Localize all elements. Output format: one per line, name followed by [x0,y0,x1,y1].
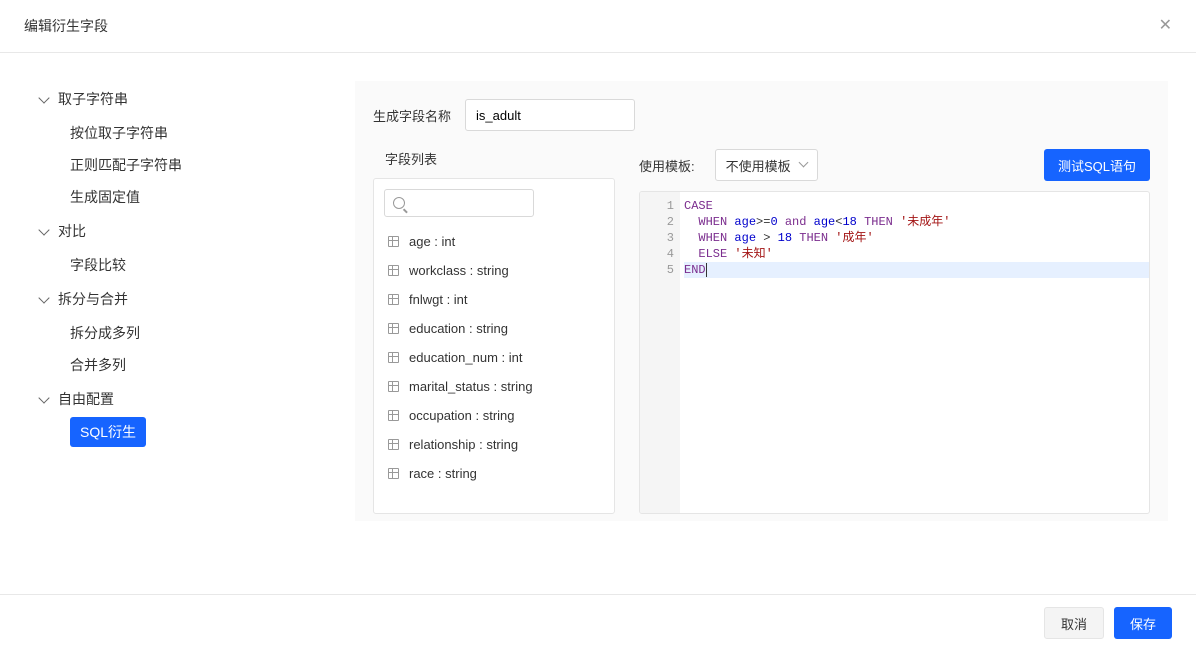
field-item-label: education_num : int [409,350,522,365]
sidebar-group-label: 自由配置 [58,389,114,409]
sidebar-group-compare[interactable]: 对比 [40,221,335,241]
field-item[interactable]: workclass : string [388,256,600,285]
chevron-down-icon [798,158,808,168]
sidebar-item-split-columns[interactable]: 拆分成多列 [40,317,335,349]
chevron-down-icon [38,224,49,235]
sidebar-group-label: 取子字符串 [58,89,128,109]
table-icon [388,323,399,334]
gutter: 12345 [640,192,680,513]
cursor-caret [706,263,707,277]
editor-column: 使用模板: 不使用模板 测试SQL语句 12345 [639,149,1150,514]
field-item-label: relationship : string [409,437,518,452]
close-icon[interactable]: ✕ [1159,18,1172,34]
chevron-down-icon [38,92,49,103]
modal-footer: 取消 保存 [0,594,1196,651]
sidebar-group-label: 拆分与合并 [58,289,128,309]
template-select[interactable]: 不使用模板 [715,149,818,181]
sql-editor[interactable]: 12345 CASE WHEN age>=0 and age<18 THEN '… [639,191,1150,514]
table-icon [388,352,399,363]
template-select-value: 不使用模板 [726,156,791,175]
sidebar-item-merge-columns[interactable]: 合并多列 [40,349,335,381]
field-item[interactable]: education : string [388,314,600,343]
table-icon [388,294,399,305]
sidebar: 取子字符串 按位取子字符串 正则匹配子字符串 生成固定值 对比 字段比较 拆分与… [0,53,355,594]
code-line: ELSE '未知' [684,246,1149,262]
table-icon [388,265,399,276]
field-item[interactable]: fnlwgt : int [388,285,600,314]
field-name-input[interactable] [465,99,635,131]
code-lines[interactable]: CASE WHEN age>=0 and age<18 THEN '未成年' W… [680,192,1149,513]
field-item[interactable]: age : int [388,227,600,256]
field-item-label: marital_status : string [409,379,533,394]
search-icon [393,197,405,209]
code-line: WHEN age > 18 THEN '成年' [684,230,1149,246]
field-list-column: 字段列表 age : int workclass : string fnlwgt [373,149,615,514]
field-item-label: race : string [409,466,477,481]
editor-toolbar: 使用模板: 不使用模板 测试SQL语句 [639,149,1150,181]
field-item-label: age : int [409,234,455,249]
cancel-button[interactable]: 取消 [1044,607,1104,639]
field-item-label: education : string [409,321,508,336]
field-name-label: 生成字段名称 [373,106,451,125]
test-sql-button[interactable]: 测试SQL语句 [1044,149,1150,181]
columns: 字段列表 age : int workclass : string fnlwgt [373,149,1150,514]
field-list-label: 字段列表 [373,149,615,168]
field-item-label: workclass : string [409,263,509,278]
field-item[interactable]: race : string [388,459,600,488]
code-line: CASE [684,198,1149,214]
modal-header: 编辑衍生字段 ✕ [0,0,1196,53]
field-list-box: age : int workclass : string fnlwgt : in… [373,178,615,514]
chevron-down-icon [38,292,49,303]
sidebar-item-substring-by-pos[interactable]: 按位取子字符串 [40,117,335,149]
sidebar-group-split-merge[interactable]: 拆分与合并 [40,289,335,309]
field-name-row: 生成字段名称 [373,99,1150,131]
sidebar-group-free[interactable]: 自由配置 [40,389,335,409]
toolbar-left: 使用模板: 不使用模板 [639,149,818,181]
field-item-label: occupation : string [409,408,515,423]
table-icon [388,236,399,247]
field-item-label: fnlwgt : int [409,292,468,307]
config-panel: 生成字段名称 字段列表 age : in [355,81,1168,521]
save-button[interactable]: 保存 [1114,607,1172,639]
search-wrap [374,179,614,227]
sidebar-item-sql-derive[interactable]: SQL衍生 [70,417,146,447]
field-items[interactable]: age : int workclass : string fnlwgt : in… [374,227,614,513]
sidebar-group-substring[interactable]: 取子字符串 [40,89,335,109]
code-line: END [684,262,1149,278]
table-icon [388,439,399,450]
template-label: 使用模板: [639,156,695,175]
sidebar-group-label: 对比 [58,221,86,241]
table-icon [388,468,399,479]
sidebar-item-substring-by-regex[interactable]: 正则匹配子字符串 [40,149,335,181]
sidebar-item-fixed-value[interactable]: 生成固定值 [40,181,335,213]
table-icon [388,410,399,421]
modal-body: 取子字符串 按位取子字符串 正则匹配子字符串 生成固定值 对比 字段比较 拆分与… [0,53,1196,594]
field-item[interactable]: education_num : int [388,343,600,372]
table-icon [388,381,399,392]
code-line: WHEN age>=0 and age<18 THEN '未成年' [684,214,1149,230]
field-item[interactable]: occupation : string [388,401,600,430]
modal-title: 编辑衍生字段 [24,16,108,36]
search-input[interactable] [384,189,534,217]
edit-derived-field-modal: 编辑衍生字段 ✕ 取子字符串 按位取子字符串 正则匹配子字符串 生成固定值 对比… [0,0,1196,651]
sidebar-item-field-compare[interactable]: 字段比较 [40,249,335,281]
content: 生成字段名称 字段列表 age : in [355,53,1196,594]
field-item[interactable]: marital_status : string [388,372,600,401]
field-item[interactable]: relationship : string [388,430,600,459]
chevron-down-icon [38,392,49,403]
